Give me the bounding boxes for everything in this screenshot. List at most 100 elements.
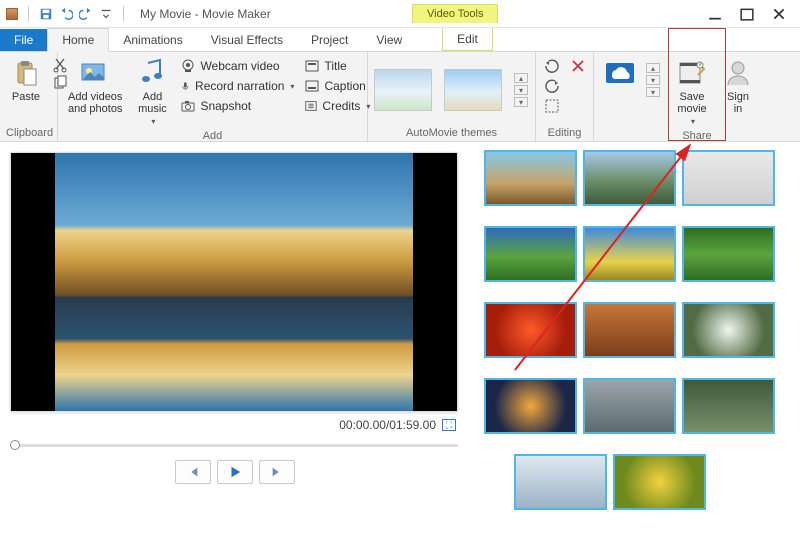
save-movie-label: Save movie: [677, 91, 706, 115]
cloud-icon: [604, 57, 636, 89]
clip-thumbnail[interactable]: [583, 378, 676, 434]
clip-thumbnail[interactable]: [484, 302, 577, 358]
add-videos-label: Add videos and photos: [68, 91, 122, 115]
sign-in-button[interactable]: Sign in: [718, 55, 758, 117]
clip-row: [484, 378, 786, 434]
add-music-label: Add music: [138, 91, 167, 115]
save-movie-icon: [676, 57, 708, 89]
redo-icon[interactable]: [79, 7, 93, 21]
paste-icon: [10, 57, 42, 89]
rotate-right-icon: [544, 78, 560, 94]
webcam-video-button[interactable]: Webcam video: [178, 57, 296, 75]
clip-thumbnail[interactable]: [682, 226, 775, 282]
gallery-up-icon[interactable]: ▴: [514, 73, 528, 83]
caption-label: Caption: [324, 79, 365, 93]
clip-thumbnail[interactable]: [682, 150, 775, 206]
tab-view[interactable]: View: [362, 29, 416, 51]
video-player[interactable]: [10, 152, 458, 412]
group-clipboard: Paste Clipboard: [0, 52, 58, 141]
maximize-button[interactable]: [740, 7, 754, 21]
webcam-label: Webcam video: [200, 59, 279, 73]
prev-frame-button[interactable]: [175, 460, 211, 484]
mic-icon: [180, 78, 191, 94]
fullscreen-button[interactable]: ⛶: [442, 419, 456, 431]
group-add-label: Add: [64, 128, 361, 142]
title-button[interactable]: Title: [302, 57, 372, 75]
seek-thumb[interactable]: [10, 440, 20, 450]
undo-icon[interactable]: [59, 7, 73, 21]
clip-thumbnail[interactable]: [514, 454, 607, 510]
title-bar: My Movie - Movie Maker Video Tools: [0, 0, 800, 28]
share-down-icon[interactable]: ▾: [646, 75, 660, 85]
qat-dropdown-icon[interactable]: [99, 7, 113, 21]
gallery-down-icon[interactable]: ▾: [514, 85, 528, 95]
gallery-more-icon[interactable]: ▾: [514, 97, 528, 107]
record-dropdown-icon: ▾: [290, 82, 294, 91]
select-all-icon: [544, 98, 560, 114]
ribbon: Paste Clipboard Add videos and photos Ad…: [0, 52, 800, 142]
clip-row: [514, 454, 786, 510]
tab-edit[interactable]: Edit: [442, 28, 493, 51]
snapshot-button[interactable]: Snapshot: [178, 97, 296, 115]
window-controls: [708, 7, 800, 21]
rotate-left-button[interactable]: [542, 57, 562, 75]
clip-thumbnail[interactable]: [613, 454, 706, 510]
next-frame-button[interactable]: [259, 460, 295, 484]
clip-thumbnail[interactable]: [682, 378, 775, 434]
share-more-icon[interactable]: ▾: [646, 87, 660, 97]
webcam-icon: [180, 58, 196, 74]
group-share: ▴ ▾ ▾ Save movie ▾ Sign in Share: [594, 52, 800, 141]
clip-row: [484, 302, 786, 358]
automovie-theme-2[interactable]: [444, 69, 502, 111]
play-button[interactable]: [217, 460, 253, 484]
clip-thumbnail[interactable]: [484, 150, 577, 206]
snapshot-label: Snapshot: [200, 99, 251, 113]
storyboard-pane[interactable]: [470, 142, 800, 537]
tab-home[interactable]: Home: [47, 28, 109, 52]
title-label: Title: [324, 59, 346, 73]
tab-animations[interactable]: Animations: [109, 29, 196, 51]
save-icon[interactable]: [39, 7, 53, 21]
music-icon: [136, 57, 168, 89]
automovie-gallery-scroll: ▴ ▾ ▾: [514, 73, 528, 107]
seek-bar[interactable]: [10, 438, 458, 452]
remove-button[interactable]: [568, 57, 588, 75]
ribbon-tabs: File Home Animations Visual Effects Proj…: [0, 28, 800, 52]
caption-button[interactable]: Caption: [302, 77, 372, 95]
sign-in-label: Sign in: [727, 91, 749, 115]
add-music-button[interactable]: Add music ▾: [132, 55, 172, 128]
group-editing: Editing: [536, 52, 594, 141]
rotate-right-button[interactable]: [542, 77, 562, 95]
onedrive-button[interactable]: [600, 55, 640, 91]
video-frame: [11, 153, 457, 411]
select-all-button[interactable]: [542, 97, 562, 115]
close-button[interactable]: [772, 7, 786, 21]
record-narration-button[interactable]: Record narration ▾: [178, 77, 296, 95]
clip-thumbnail[interactable]: [682, 302, 775, 358]
tab-project[interactable]: Project: [297, 29, 362, 51]
record-label: Record narration: [195, 79, 284, 93]
paste-label: Paste: [12, 91, 40, 103]
clip-thumbnail[interactable]: [583, 302, 676, 358]
clip-thumbnail[interactable]: [484, 378, 577, 434]
clip-thumbnail[interactable]: [583, 150, 676, 206]
credits-button[interactable]: Credits▾: [302, 97, 372, 115]
user-icon: [722, 57, 754, 89]
save-movie-button[interactable]: Save movie ▾: [672, 55, 712, 128]
add-videos-photos-button[interactable]: Add videos and photos: [64, 55, 126, 117]
clip-thumbnail[interactable]: [484, 226, 577, 282]
quick-access-toolbar: [0, 6, 134, 22]
automovie-theme-1[interactable]: [374, 69, 432, 111]
window-title: My Movie - Movie Maker: [134, 7, 271, 21]
qat-divider: [28, 6, 29, 22]
clip-thumbnail[interactable]: [583, 226, 676, 282]
workspace: 00:00.00/01:59.00 ⛶: [0, 142, 800, 537]
tab-file[interactable]: File: [0, 29, 47, 51]
minimize-button[interactable]: [708, 7, 722, 21]
rotate-left-icon: [544, 58, 560, 74]
tab-visual-effects[interactable]: Visual Effects: [197, 29, 297, 51]
paste-button[interactable]: Paste: [6, 55, 46, 105]
save-movie-dropdown-icon: ▾: [691, 117, 695, 126]
context-tab-group: Video Tools: [412, 4, 498, 23]
share-up-icon[interactable]: ▴: [646, 63, 660, 73]
